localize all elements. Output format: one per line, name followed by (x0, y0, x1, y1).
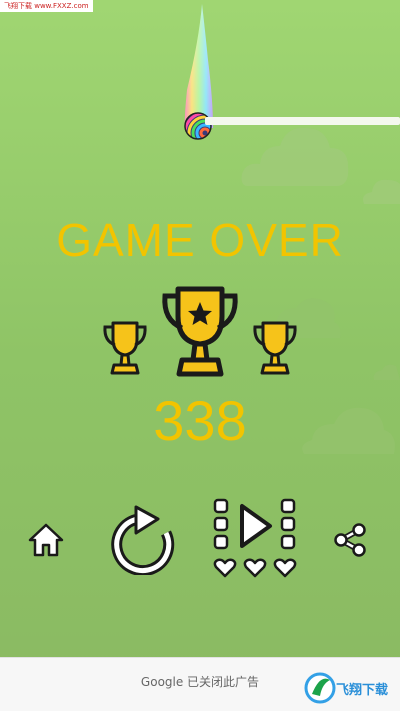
restart-button[interactable]: restart (108, 505, 176, 575)
cloud-decoration (373, 364, 400, 380)
site-logo-icon: 飞翔下载 (304, 672, 388, 704)
platform-bar (205, 117, 400, 125)
small-trophy-icon (103, 321, 147, 375)
rainbow-ball (184, 112, 212, 140)
cloud-decoration (241, 127, 349, 186)
watermark-label: 飞翔下载 www.FXXZ.com (0, 0, 93, 12)
game-screen: 飞翔下载 www.FXXZ.com GAME OVER 338 Google 已… (0, 0, 400, 711)
game-over-title: GAME OVER (56, 214, 344, 266)
levels-button[interactable]: levels (210, 496, 300, 586)
svg-text:飞翔下载: 飞翔下载 (336, 682, 388, 698)
small-trophy-icon (253, 321, 297, 375)
large-trophy-icon (162, 286, 238, 377)
home-button[interactable]: home (28, 522, 64, 558)
score-value: 338 (153, 389, 247, 452)
cloud-decoration (363, 179, 400, 204)
share-button[interactable]: share (332, 522, 368, 558)
